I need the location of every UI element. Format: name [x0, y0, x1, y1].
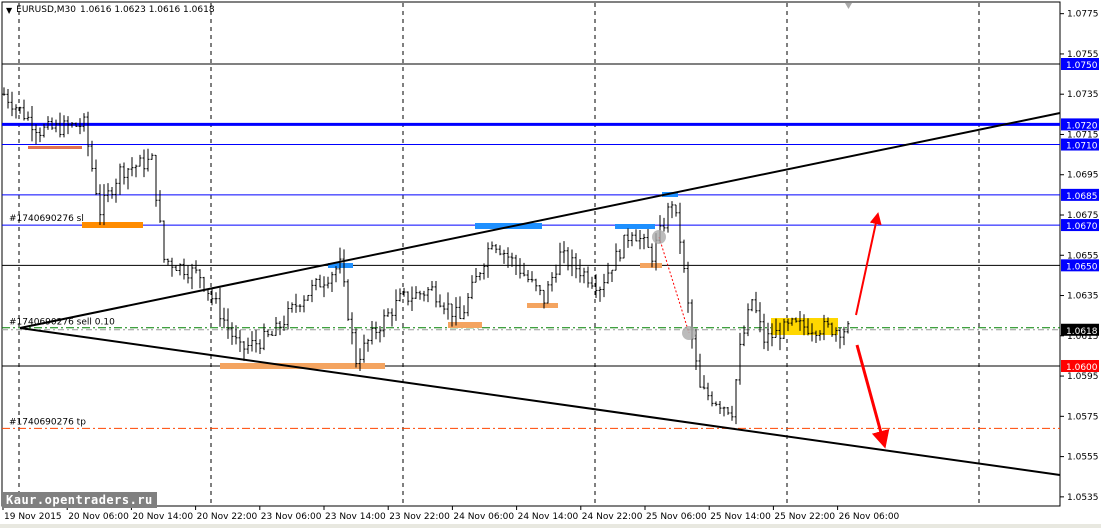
x-tick-label: 25 Nov 22:00	[774, 512, 835, 522]
zone-rectangle	[615, 224, 655, 229]
ohlc-values: 1.0616 1.0623 1.0616 1.0618	[80, 5, 215, 15]
price-tag-label: 1.0670	[1066, 222, 1098, 232]
order-marker	[682, 326, 696, 340]
y-tick-label: 1.0735	[1067, 90, 1099, 100]
x-tick-label: 19 Nov 2015	[4, 512, 62, 522]
zone-rectangle	[28, 146, 82, 149]
x-tick-label: 23 Nov 14:00	[325, 512, 386, 522]
price-tag-label: 1.0710	[1066, 142, 1098, 152]
x-tick-label: 20 Nov 22:00	[197, 512, 258, 522]
sl-label: #1740690276 sl	[9, 214, 84, 224]
price-tag-label: 1.0600	[1066, 363, 1098, 373]
tp-label: #1740690276 tp	[9, 417, 86, 427]
zone-rectangle	[640, 263, 662, 268]
up-arrow-icon	[855, 212, 882, 316]
shift-marker-icon	[845, 3, 852, 9]
x-tick-label: 23 Nov 06:00	[261, 512, 322, 522]
zone-rectangle	[82, 222, 143, 228]
x-tick-label: 24 Nov 14:00	[518, 512, 579, 522]
x-tick-label: 24 Nov 06:00	[453, 512, 514, 522]
status-strip	[0, 524, 1101, 528]
watermark: Kaur.opentraders.ru	[2, 492, 157, 508]
y-tick-label: 1.0535	[1067, 493, 1099, 503]
x-tick-label: 25 Nov 14:00	[710, 512, 771, 522]
plot-frame	[1, 1, 1061, 507]
x-tick-label: 20 Nov 06:00	[68, 512, 129, 522]
x-tick-label: 26 Nov 06:00	[839, 512, 900, 522]
lower-trendline	[19, 327, 1061, 476]
y-tick-label: 1.0595	[1067, 372, 1099, 382]
y-tick-label: 1.0635	[1067, 292, 1099, 302]
symbol-label: EURUSD,M30	[16, 5, 76, 15]
x-tick-label: 24 Nov 22:00	[582, 512, 643, 522]
x-tick-label: 20 Nov 14:00	[132, 512, 193, 522]
price-tag-label: 1.0685	[1066, 192, 1098, 202]
upper-trendline	[19, 112, 1061, 329]
zone-rectangle	[448, 322, 482, 328]
chart-window[interactable]: 1.0775 1.0755 1.0735 1.0715 1.0695 1.0675 1.06…	[0, 0, 1101, 528]
y-tick-label: 1.0695	[1067, 171, 1099, 181]
order-open-marker	[652, 230, 666, 244]
down-arrow-icon	[855, 344, 890, 449]
y-tick-label: 1.0575	[1067, 412, 1099, 422]
price-tag-label: 1.0750	[1066, 61, 1098, 71]
y-tick-label: 1.0775	[1067, 10, 1099, 20]
price-tag-label: 1.0720	[1066, 121, 1098, 131]
x-tick-label: 23 Nov 22:00	[389, 512, 450, 522]
x-tick-label: 25 Nov 06:00	[646, 512, 707, 522]
triangle-down-icon[interactable]: ▼	[6, 6, 12, 15]
zone-rectangle	[527, 303, 558, 308]
price-chart[interactable]: 1.07751.07551.07351.07151.06951.06751.06…	[0, 0, 1101, 528]
price-tag-label: 1.0618	[1066, 327, 1098, 337]
y-tick-label: 1.0555	[1067, 453, 1099, 463]
chart-header: ▼ EURUSD,M30 1.0616 1.0623 1.0616 1.0618	[6, 5, 215, 15]
price-tag-label: 1.0650	[1066, 262, 1098, 272]
